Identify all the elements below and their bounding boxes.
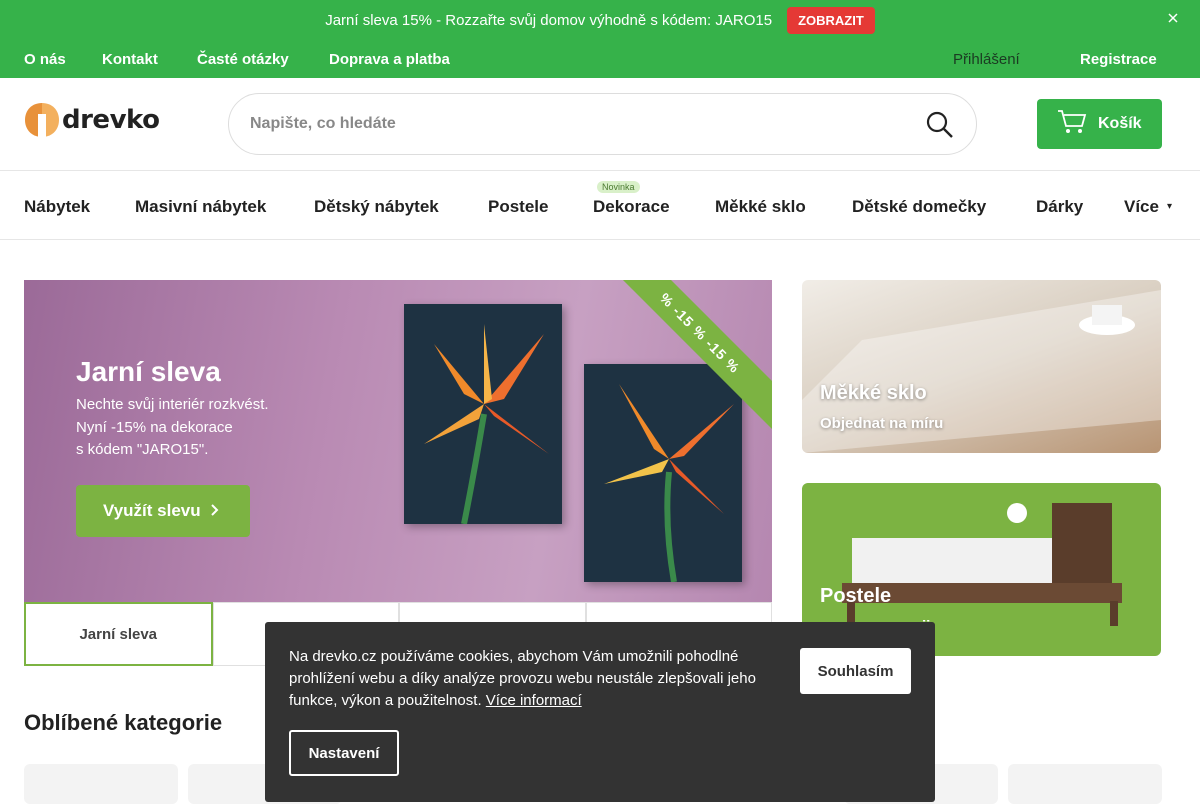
categories-title: Oblíbené kategorie [24, 710, 223, 735]
new-badge: Novinka [597, 181, 640, 193]
use-discount-button[interactable]: Využít slevu [76, 485, 250, 537]
cart-icon [1057, 109, 1087, 140]
lily-canvas-image [404, 304, 562, 525]
logo[interactable]: drevko [24, 102, 160, 138]
category-card[interactable] [24, 764, 178, 804]
more-info-link[interactable]: Více informací [486, 692, 582, 709]
cart-button[interactable]: Košík [1037, 99, 1162, 149]
cart-label: Košík [1098, 115, 1142, 132]
nav-item-more[interactable]: Více [1124, 197, 1159, 217]
logo-mark-icon [25, 103, 59, 137]
login-link[interactable]: Přihlášení [953, 51, 1020, 68]
promo-show-button[interactable]: ZOBRAZIT [787, 6, 875, 34]
link-faq[interactable]: Časté otázky [197, 51, 289, 68]
link-shipping[interactable]: Doprava a platba [329, 51, 450, 68]
nav-item-beds[interactable]: Postele [488, 197, 548, 217]
main-nav: Nábytek Masivní nábytek Dětský nábytek P… [0, 170, 1200, 240]
hero-banner[interactable]: % -15 % -15 % Jarní sleva Nechte svůj in… [24, 280, 772, 602]
category-card[interactable] [1008, 764, 1162, 804]
search-input[interactable]: Napište, co hledáte [250, 115, 976, 133]
soft-glass-title: Měkké sklo [820, 382, 927, 404]
soft-glass-subtitle: Objednat na míru [820, 415, 944, 432]
agree-button[interactable]: Souhlasím [800, 648, 911, 694]
register-link[interactable]: Registrace [1080, 51, 1157, 68]
chevron-down-icon[interactable]: ▾ [1167, 201, 1172, 212]
promo-bar: Jarní sleva 15% - Rozzařte svůj domov vý… [0, 0, 1200, 40]
link-contact[interactable]: Kontakt [102, 51, 158, 68]
settings-button[interactable]: Nastavení [289, 730, 399, 776]
beds-title: Postele [820, 585, 892, 607]
cookie-banner: Na drevko.cz používáme cookies, abychom … [265, 622, 935, 802]
nav-item-kids-furniture[interactable]: Dětský nábytek [314, 197, 439, 217]
search-icon[interactable] [926, 111, 954, 144]
hero-description: Nechte svůj interiér rozkvést. Nyní -15%… [76, 394, 316, 462]
nav-item-solid-furniture[interactable]: Masivní nábytek [135, 197, 266, 217]
lily-canvas-image-2 [584, 364, 742, 583]
chevron-right-icon [210, 503, 219, 519]
cookie-message: Na drevko.cz používáme cookies, abychom … [289, 646, 779, 712]
nav-item-gifts[interactable]: Dárky [1036, 197, 1083, 217]
hero-line: Nechte svůj interiér rozkvést. [76, 396, 269, 413]
hero-line: Nyní -15% na dekorace [76, 418, 233, 436]
link-about[interactable]: O nás [24, 51, 66, 68]
logo-text: drevko [62, 105, 160, 135]
promo-text: Jarní sleva 15% - Rozzařte svůj domov vý… [325, 11, 773, 29]
search-box[interactable]: Napište, co hledáte [228, 93, 977, 155]
hero-line: s kódem "JARO15". [76, 441, 209, 458]
nav-item-furniture[interactable]: Nábytek [24, 197, 90, 217]
hero-title: Jarní sleva [76, 356, 221, 387]
tab-spring-sale[interactable]: Jarní sleva [24, 602, 213, 666]
nav-item-kids-houses[interactable]: Dětské domečky [852, 197, 986, 217]
top-links-bar: O nás Kontakt Časté otázky Doprava a pla… [0, 40, 1200, 78]
close-icon[interactable] [1168, 12, 1178, 26]
nav-item-soft-glass[interactable]: Měkké sklo [715, 197, 806, 217]
nav-item-decor[interactable]: Dekorace [593, 197, 670, 217]
cta-label: Využít slevu [103, 501, 201, 520]
soft-glass-banner[interactable]: Měkké sklo Objednat na míru [802, 280, 1161, 453]
